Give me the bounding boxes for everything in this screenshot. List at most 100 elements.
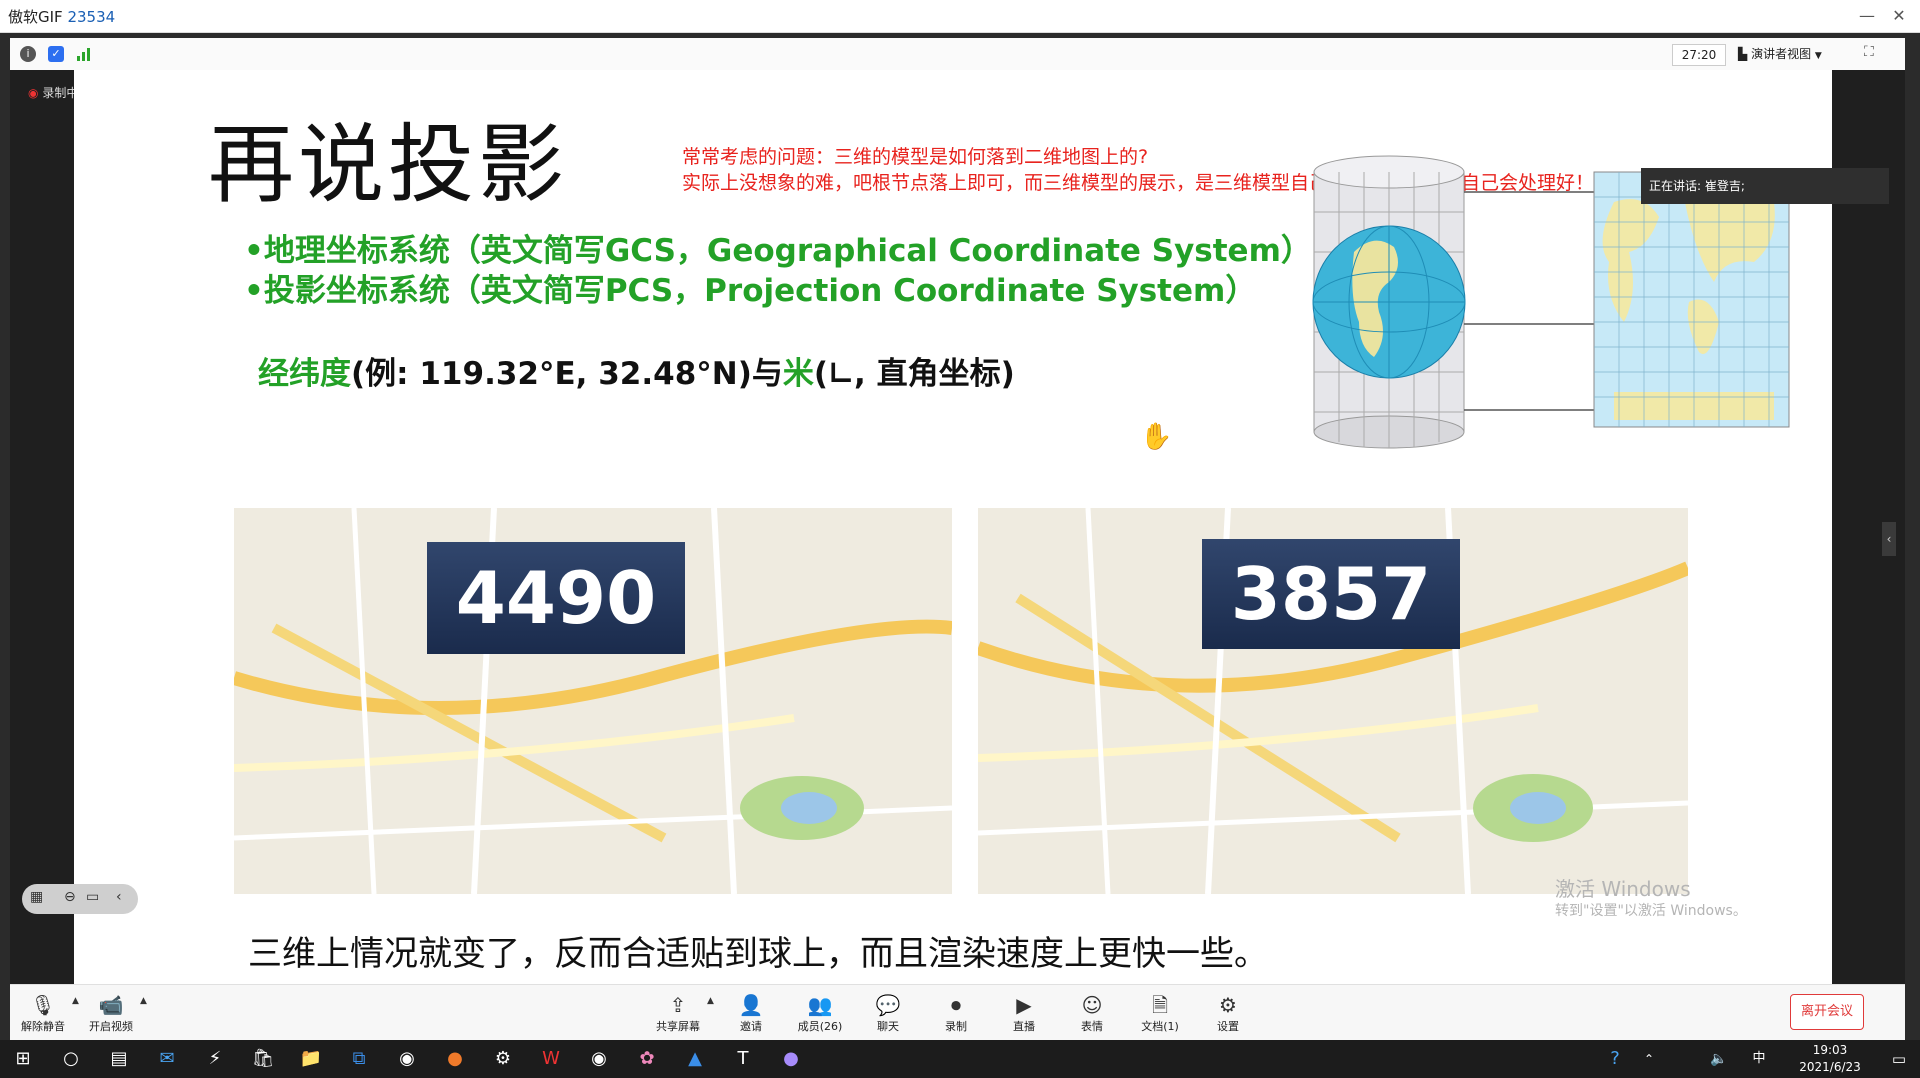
reactions-button[interactable]: ☺ 表情 [1057, 992, 1127, 1034]
chat-button[interactable]: 💬 聊天 [853, 992, 923, 1034]
mail-icon[interactable]: ✉ [148, 1040, 186, 1078]
video-options-arrow[interactable]: ▲ [140, 996, 147, 1006]
presentation-slide: 再说投影 常常考虑的问题：三维的模型是如何落到二维地图上的? 实际上没想象的难，… [74, 70, 1832, 984]
invite-label: 邀请 [740, 1020, 762, 1033]
volume-icon[interactable]: 🔈 [1700, 1040, 1738, 1078]
members-label: 成员(26) [797, 1020, 843, 1033]
chat-label: 聊天 [877, 1020, 899, 1033]
share-options-arrow[interactable]: ▲ [707, 996, 714, 1006]
gear-icon: ⚙ [1219, 993, 1237, 1017]
clock-time: 19:03 [1812, 1043, 1848, 1057]
document-icon: 🗎 [1151, 993, 1169, 1017]
vscode-icon[interactable]: ⧉ [340, 1040, 378, 1078]
minimize-button[interactable]: — [1852, 4, 1882, 28]
system-clock[interactable]: 19:03 2021/6/23 [1785, 1042, 1875, 1076]
active-speaker-panel: 正在讲话: 崔登吉; [1641, 168, 1889, 204]
live-button[interactable]: ▶ 直播 [989, 992, 1059, 1034]
slide-bottom-text: 三维上情况就变了，反而合适贴到球上，而且渲染速度上更快一些。 [248, 934, 1268, 974]
floating-annotation-toolbar[interactable]: ▦ ⊖ ▭ ‹ [22, 884, 138, 914]
invite-button[interactable]: 👤 邀请 [716, 992, 786, 1034]
share-screen-label: 共享屏幕 [656, 1020, 700, 1033]
share-screen-button[interactable]: ⇪ 共享屏幕 [643, 992, 713, 1034]
chevron-down-icon: ▼ [1814, 51, 1822, 61]
unmute-label: 解除静音 [21, 1020, 65, 1033]
grid-icon[interactable]: ▦ [30, 889, 43, 905]
documents-button[interactable]: 🗎 文档(1) [1125, 992, 1195, 1034]
fullscreen-icon[interactable]: ⛶ [1864, 44, 1874, 60]
clock-date: 2021/6/23 [1799, 1060, 1861, 1074]
window-title-text: 傲软GIF [8, 8, 63, 26]
windows-start-icon[interactable]: ⊞ [4, 1040, 42, 1078]
help-icon[interactable]: ? [1596, 1040, 1634, 1078]
ime-indicator[interactable]: 中 [1740, 1040, 1778, 1078]
activation-watermark-sub: 转到"设置"以激活 Windows。 [1555, 903, 1747, 919]
bullet-gcs: •地理坐标系统（英文简写GCS，Geographical Coordinate … [244, 233, 1312, 269]
leave-meeting-button[interactable]: 离开会议 [1790, 994, 1864, 1030]
members-button[interactable]: 👥 成员(26) [785, 992, 855, 1034]
slide-note-line1: 常常考虑的问题：三维的模型是如何落到二维地图上的? [682, 146, 1149, 168]
members-icon: 👥 [807, 993, 833, 1017]
map-label-3857: 3857 [1202, 539, 1460, 649]
start-video-button[interactable]: 📹 开启视频 [76, 992, 146, 1034]
emoji-icon: ☺ [1081, 993, 1103, 1017]
coord-line: 经纬度(例: 119.32°E, 32.48°N)与米(∟, 直角坐标) [258, 348, 1015, 393]
mic-muted-icon: 🎙 [30, 993, 56, 1017]
settings-label: 设置 [1217, 1020, 1239, 1033]
reactions-label: 表情 [1081, 1020, 1103, 1033]
record-dot-icon: ◉ [28, 86, 39, 100]
map-image-3857: 3857 [978, 508, 1688, 894]
close-button[interactable]: ✕ [1884, 4, 1914, 28]
cortana-icon[interactable]: ○ [52, 1040, 90, 1078]
coord-meter-term: 米 [782, 356, 814, 392]
photos-icon[interactable]: ✿ [628, 1040, 666, 1078]
shield-icon[interactable]: ✓ [48, 46, 64, 62]
documents-label: 文档(1) [1141, 1020, 1179, 1033]
meeting-info-bar [10, 38, 1905, 71]
folder-icon[interactable]: 📁 [292, 1040, 330, 1078]
typora-icon[interactable]: T [724, 1040, 762, 1078]
info-icon[interactable]: i [20, 46, 36, 62]
view-mode-dropdown[interactable]: ▙ 演讲者视图 ▼ [1738, 44, 1850, 64]
comment-icon[interactable]: ▭ [86, 889, 99, 905]
collapse-icon[interactable]: ‹ [116, 889, 122, 905]
live-label: 直播 [1013, 1020, 1035, 1033]
coord-latlon-term: 经纬度 [258, 356, 351, 392]
window-title: 傲软GIF 23534 [8, 6, 115, 27]
start-video-label: 开启视频 [89, 1020, 133, 1033]
record-icon: ⏺ [951, 993, 961, 1017]
record-button[interactable]: ⏺ 录制 [921, 992, 991, 1034]
settings-button[interactable]: ⚙ 设置 [1193, 992, 1263, 1034]
coord-cartesian: (∟, 直角坐标) [813, 356, 1015, 392]
task-view-icon[interactable]: ▤ [100, 1040, 138, 1078]
video-off-icon: 📹 [98, 993, 124, 1017]
store-icon[interactable]: 🛍 [244, 1040, 282, 1078]
left-dark-margin [10, 70, 74, 984]
bullet-pcs: •投影坐标系统（英文简写PCS，Projection Coordinate Sy… [244, 273, 1257, 309]
annotate-icon[interactable]: ⊖ [64, 889, 76, 905]
recording-label: 录制中 [42, 86, 79, 100]
unmute-button[interactable]: 🎙 解除静音 [8, 992, 78, 1034]
tray-arrow-icon[interactable]: ⌃ [1630, 1040, 1668, 1078]
speaker-name: 崔登吉; [1704, 179, 1745, 193]
notification-icon[interactable]: ▭ [1880, 1040, 1918, 1078]
meeting-app-icon[interactable]: ▲ [676, 1040, 714, 1078]
view-mode-label: 演讲者视图 [1751, 47, 1812, 61]
chrome-icon[interactable]: ◉ [388, 1040, 426, 1078]
window-title-number: 23534 [67, 8, 116, 26]
coord-example: (例: 119.32°E, 32.48°N)与 [351, 356, 783, 392]
record-label: 录制 [945, 1020, 967, 1033]
recorder-icon[interactable]: ● [772, 1040, 810, 1078]
game-icon[interactable]: ⚙ [484, 1040, 522, 1078]
wps-icon[interactable]: W [532, 1040, 570, 1078]
collapse-panel-button[interactable]: ‹ [1882, 522, 1896, 556]
activation-watermark: 激活 Windows [1555, 877, 1691, 901]
chrome-icon-2[interactable]: ◉ [580, 1040, 618, 1078]
app-icon[interactable]: ⚡ [196, 1040, 234, 1078]
speaking-label: 正在讲话: [1649, 179, 1702, 193]
map-label-4490: 4490 [427, 542, 685, 654]
live-icon: ▶ [1016, 993, 1032, 1017]
meeting-timer: 27:20 [1672, 44, 1726, 66]
signal-icon[interactable] [76, 46, 92, 62]
browser-icon[interactable]: ● [436, 1040, 474, 1078]
view-grid-icon: ▙ [1738, 47, 1748, 61]
